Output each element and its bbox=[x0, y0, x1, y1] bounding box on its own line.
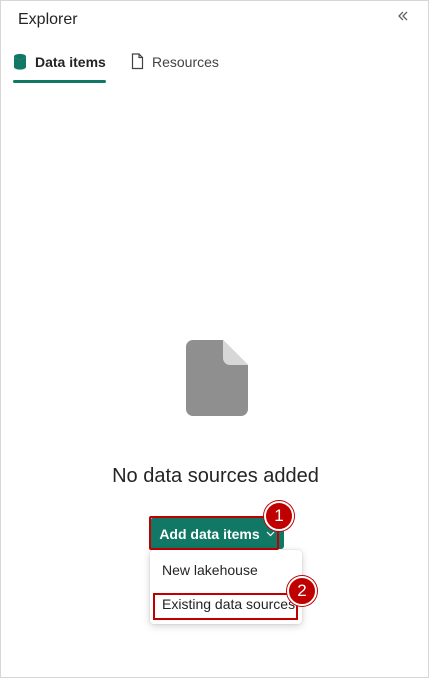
step-2-badge: 2 bbox=[287, 576, 317, 606]
double-chevron-left-icon bbox=[398, 11, 408, 21]
add-data-items-button[interactable]: Add data items bbox=[150, 518, 284, 549]
menu-item-new-lakehouse[interactable]: New lakehouse bbox=[150, 553, 302, 587]
selected-tab-indicator bbox=[13, 80, 106, 83]
add-data-items-menu: New lakehouse Existing data sources bbox=[150, 550, 302, 624]
database-icon bbox=[14, 53, 26, 70]
panel-title: Explorer bbox=[18, 11, 78, 28]
explorer-panel: Explorer Data items Resources No data so… bbox=[0, 0, 429, 678]
tab-resources[interactable]: Resources bbox=[131, 47, 231, 83]
document-icon bbox=[131, 53, 144, 70]
empty-state-message: No data sources added bbox=[112, 465, 319, 487]
tab-resources-label: Resources bbox=[152, 54, 219, 70]
tab-data-items[interactable]: Data items bbox=[13, 47, 106, 83]
tab-data-items-label: Data items bbox=[35, 54, 106, 70]
collapse-panel-button[interactable] bbox=[396, 9, 412, 27]
chevron-down-icon bbox=[266, 531, 275, 536]
step-1-badge: 1 bbox=[264, 501, 294, 531]
menu-item-existing-data-sources[interactable]: Existing data sources bbox=[150, 587, 302, 621]
blank-file-icon bbox=[186, 340, 248, 416]
add-data-items-label: Add data items bbox=[159, 525, 260, 542]
